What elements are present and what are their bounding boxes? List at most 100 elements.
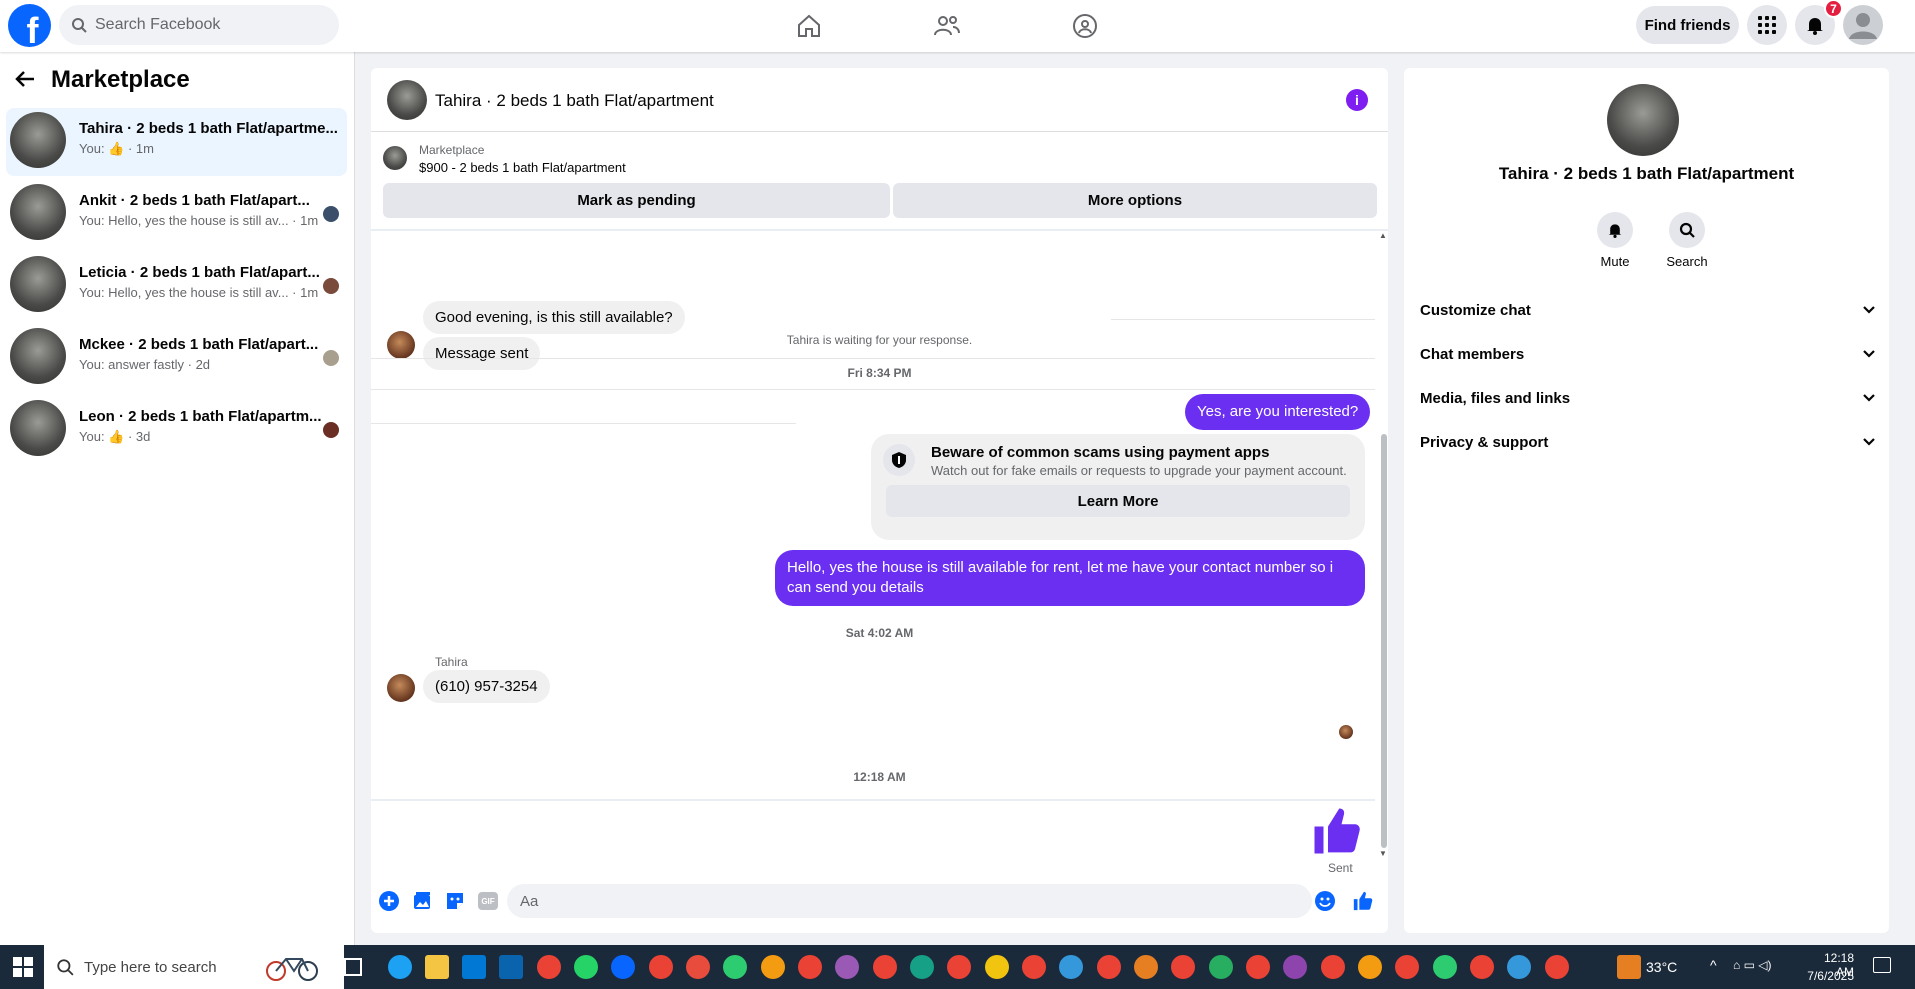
chrome-icon[interactable] bbox=[1470, 955, 1494, 979]
chrome-icon[interactable] bbox=[1283, 955, 1307, 979]
notification-center-icon[interactable] bbox=[1873, 957, 1891, 973]
taskbar-search-input[interactable]: Type here to search bbox=[44, 945, 344, 989]
conversation-name: Mckee · 2 beds 1 bath Flat/apart... bbox=[79, 336, 319, 353]
facebook-logo-icon[interactable]: f bbox=[8, 4, 51, 47]
clock-date[interactable]: 7/6/2025 bbox=[1804, 969, 1854, 983]
conversation-name: Ankit · 2 beds 1 bath Flat/apart... bbox=[79, 192, 310, 209]
chrome-icon[interactable] bbox=[1358, 955, 1382, 979]
scrollbar-thumb[interactable] bbox=[1381, 434, 1387, 848]
file-explorer-icon[interactable] bbox=[425, 955, 449, 979]
find-friends-button[interactable]: Find friends bbox=[1636, 6, 1739, 44]
conversation-item[interactable]: Ankit · 2 beds 1 bath Flat/apart... You:… bbox=[6, 180, 347, 248]
chrome-icon[interactable] bbox=[1545, 955, 1569, 979]
chrome-icon[interactable] bbox=[873, 955, 897, 979]
chat-panel: Tahira · 2 beds 1 bath Flat/apartment i … bbox=[371, 68, 1388, 933]
back-arrow-icon[interactable] bbox=[14, 69, 36, 93]
friends-icon[interactable] bbox=[931, 10, 963, 42]
conversation-item[interactable]: Mckee · 2 beds 1 bath Flat/apart... You:… bbox=[6, 324, 347, 392]
message-input[interactable]: Aa bbox=[507, 884, 1312, 918]
info-icon[interactable]: i bbox=[1346, 89, 1368, 111]
emoji-icon[interactable] bbox=[1314, 890, 1336, 912]
chrome-icon[interactable] bbox=[1134, 955, 1158, 979]
edge-icon[interactable] bbox=[388, 955, 412, 979]
tray-icons[interactable]: ⌂ ▭ ◁) bbox=[1733, 958, 1771, 972]
chrome-icon[interactable] bbox=[537, 955, 561, 979]
avatar[interactable] bbox=[387, 80, 427, 120]
mail-icon[interactable] bbox=[499, 955, 523, 979]
conversation-preview: You: 👍 · 1m bbox=[79, 141, 154, 156]
tray-chevron-up-icon[interactable]: ^ bbox=[1710, 957, 1717, 973]
home-icon[interactable] bbox=[793, 10, 825, 42]
task-view-icon[interactable] bbox=[344, 958, 362, 976]
chrome-icon[interactable] bbox=[985, 955, 1009, 979]
more-options-button[interactable]: More options bbox=[893, 183, 1377, 218]
notifications-button[interactable]: 7 bbox=[1795, 0, 1843, 45]
chrome-icon[interactable] bbox=[686, 955, 710, 979]
chrome-icon[interactable] bbox=[835, 955, 859, 979]
conversation-item[interactable]: Leticia · 2 beds 1 bath Flat/apart... Yo… bbox=[6, 252, 347, 320]
scroll-down-arrow-icon[interactable]: ▼ bbox=[1379, 849, 1387, 858]
chrome-icon[interactable] bbox=[723, 955, 747, 979]
search-facebook-input[interactable]: Search Facebook bbox=[59, 5, 339, 45]
account-icon[interactable] bbox=[1843, 5, 1883, 45]
chrome-icon[interactable] bbox=[1507, 955, 1531, 979]
like-send-icon[interactable] bbox=[1352, 890, 1374, 912]
chrome-icon[interactable] bbox=[1097, 955, 1121, 979]
conversation-preview: You: 👍 · 3d bbox=[79, 429, 151, 444]
chrome-icon[interactable] bbox=[649, 955, 673, 979]
read-receipt-avatar bbox=[323, 278, 339, 294]
chat-members-section[interactable]: Chat members bbox=[1420, 336, 1876, 372]
chrome-icon[interactable] bbox=[1059, 955, 1083, 979]
scam-warning-card: Beware of common scams using payment app… bbox=[871, 434, 1365, 540]
read-receipt-avatar bbox=[323, 350, 339, 366]
chevron-down-icon bbox=[1863, 306, 1875, 314]
avatar bbox=[10, 256, 66, 312]
facebook-icon[interactable] bbox=[611, 955, 635, 979]
chrome-icon[interactable] bbox=[1171, 955, 1195, 979]
photo-icon[interactable] bbox=[411, 890, 433, 912]
large-like-icon bbox=[1310, 804, 1364, 862]
chrome-icon[interactable] bbox=[910, 955, 934, 979]
chrome-icon[interactable] bbox=[1209, 955, 1233, 979]
chrome-icon[interactable] bbox=[1321, 955, 1345, 979]
sticker-icon[interactable] bbox=[444, 890, 466, 912]
chrome-icon[interactable] bbox=[761, 955, 785, 979]
search-conversation-button[interactable]: Search bbox=[1657, 212, 1717, 269]
privacy-support-section[interactable]: Privacy & support bbox=[1420, 424, 1876, 460]
chrome-icon[interactable] bbox=[1246, 955, 1270, 979]
plus-circle-icon[interactable] bbox=[378, 890, 400, 912]
read-receipt-avatar bbox=[323, 422, 339, 438]
chat-title[interactable]: Tahira · 2 beds 1 bath Flat/apartment bbox=[435, 91, 714, 111]
menu-grid-icon[interactable] bbox=[1747, 5, 1787, 45]
whatsapp-icon[interactable] bbox=[574, 955, 598, 979]
customize-chat-section[interactable]: Customize chat bbox=[1420, 292, 1876, 328]
avatar[interactable] bbox=[1607, 84, 1679, 156]
search-icon bbox=[1669, 212, 1705, 248]
search-icon bbox=[57, 959, 74, 976]
learn-more-button[interactable]: Learn More bbox=[886, 485, 1350, 517]
chrome-icon[interactable] bbox=[1433, 955, 1457, 979]
chrome-icon[interactable] bbox=[798, 955, 822, 979]
timestamp: 12:18 AM bbox=[853, 770, 906, 784]
weather-icon[interactable] bbox=[1617, 955, 1641, 979]
listing-thumbnail[interactable] bbox=[383, 146, 407, 170]
media-files-links-section[interactable]: Media, files and links bbox=[1420, 380, 1876, 416]
store-icon[interactable] bbox=[462, 955, 486, 979]
groups-icon[interactable] bbox=[1069, 10, 1101, 42]
conversation-name: Leticia · 2 beds 1 bath Flat/apart... bbox=[79, 264, 320, 281]
message-scrollbar[interactable]: ▲ ▼ bbox=[1378, 229, 1388, 862]
conversation-item[interactable]: Leon · 2 beds 1 bath Flat/apartm... You:… bbox=[6, 396, 347, 464]
scroll-up-arrow-icon[interactable]: ▲ bbox=[1379, 231, 1387, 240]
chrome-icon[interactable] bbox=[1022, 955, 1046, 979]
chrome-icon[interactable] bbox=[1395, 955, 1419, 979]
conversation-item[interactable]: Tahira · 2 beds 1 bath Flat/apartme... Y… bbox=[6, 108, 347, 176]
windows-start-icon[interactable] bbox=[13, 957, 33, 981]
conversation-name: Leon · 2 beds 1 bath Flat/apartm... bbox=[79, 408, 322, 425]
gif-icon[interactable]: GIF bbox=[477, 890, 499, 912]
listing-price[interactable]: $900 - 2 beds 1 bath Flat/apartment bbox=[419, 160, 626, 175]
temperature[interactable]: 33°C bbox=[1646, 959, 1677, 975]
mark-as-pending-button[interactable]: Mark as pending bbox=[383, 183, 890, 218]
chrome-icon[interactable] bbox=[947, 955, 971, 979]
chat-details-panel: Tahira · 2 beds 1 bath Flat/apartment Mu… bbox=[1404, 68, 1889, 933]
mute-button[interactable]: Mute bbox=[1585, 212, 1645, 269]
